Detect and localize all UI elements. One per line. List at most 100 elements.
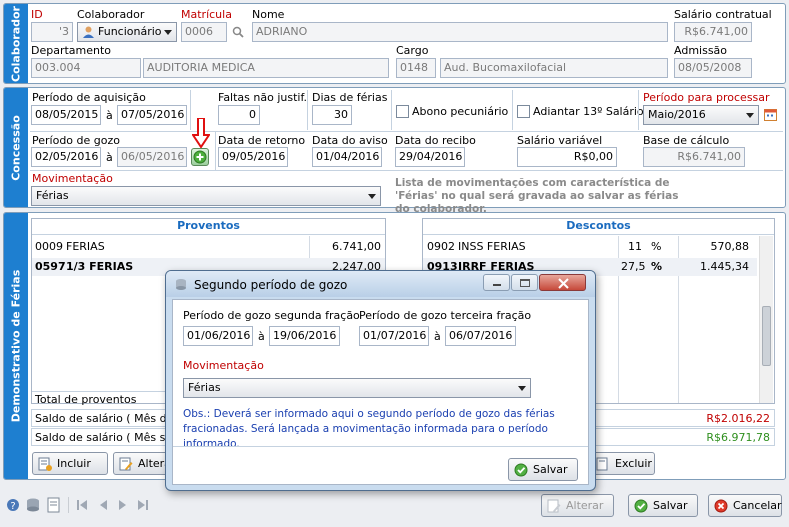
scrollbar-thumb[interactable] — [762, 306, 771, 366]
movimentacao-select[interactable]: Férias — [31, 186, 381, 206]
row-desc: INSS FERIAS — [458, 240, 526, 253]
search-icon[interactable] — [232, 26, 244, 41]
gozo-de-field[interactable]: 02/05/2016 — [31, 147, 101, 167]
segunda-fracao-label: Período de gozo segunda fração — [183, 309, 360, 322]
previous-record-icon[interactable] — [98, 499, 108, 514]
aquisicao-de-field[interactable]: 08/05/2015 — [31, 105, 101, 125]
base-calculo-field[interactable]: R$6.741,00 — [643, 147, 745, 167]
edit-icon — [547, 499, 561, 513]
colaborador-type-select[interactable]: Funcionário — [77, 22, 177, 42]
salvar-button[interactable]: Salvar — [628, 494, 698, 517]
dialog-movimentacao-label: Movimentação — [183, 359, 264, 372]
salario-variavel-field[interactable]: R$0,00 — [517, 147, 617, 167]
gozo-sep: à — [106, 151, 113, 164]
gozo-label: Período de gozo — [32, 134, 120, 147]
row-code: 0597 — [35, 260, 66, 273]
check-circle-icon — [634, 499, 648, 513]
demonstrativo-tab: Demonstrativo de Férias — [4, 213, 28, 479]
row-pct-sign: % — [651, 260, 663, 273]
colaborador-section: Colaborador ID '3 Colaborador Funcionári… — [3, 3, 786, 84]
matricula-field[interactable]: 0006 — [181, 22, 227, 42]
segunda-fracao-de-field[interactable]: 01/06/2016 — [183, 326, 253, 346]
aquisicao-ate-field[interactable]: 07/05/2016 — [117, 105, 187, 125]
scrollbar[interactable] — [759, 236, 773, 403]
database-icon[interactable] — [25, 498, 41, 515]
calendar-icon[interactable] — [764, 108, 777, 124]
nome-label: Nome — [252, 8, 285, 21]
salario-contratual-field[interactable]: R$6.741,00 — [674, 22, 752, 42]
gozo-ate-field[interactable]: 06/05/2016 — [117, 147, 187, 167]
divider — [30, 131, 783, 132]
admissao-label: Admissão — [674, 44, 728, 57]
report-icon[interactable] — [47, 497, 61, 516]
next-record-icon[interactable] — [118, 499, 128, 514]
nome-field[interactable]: ADRIANO — [252, 22, 668, 42]
divider — [215, 132, 216, 170]
recibo-label: Data do recibo — [395, 134, 476, 147]
last-record-icon[interactable] — [137, 499, 149, 514]
table-row[interactable]: 0009 FERIAS 6.741,00 — [32, 238, 385, 256]
add-document-icon — [38, 457, 52, 471]
cargo-name-field[interactable]: Aud. Bucomaxilofacial — [440, 58, 668, 78]
admissao-field[interactable]: 08/05/2008 — [674, 58, 752, 78]
first-record-icon[interactable] — [76, 499, 88, 514]
edit-document-icon — [119, 457, 133, 471]
abono-checkbox[interactable] — [396, 105, 409, 118]
maximize-icon — [520, 279, 530, 287]
svg-text:?: ? — [10, 501, 15, 512]
dialog-salvar-button[interactable]: Salvar — [508, 458, 578, 481]
delete-document-icon — [596, 457, 608, 471]
chevron-down-icon — [368, 194, 376, 199]
chevron-down-icon — [746, 113, 754, 118]
maximize-button[interactable] — [511, 274, 538, 291]
row-value: 570,88 — [710, 240, 750, 253]
periodo-processar-select[interactable]: Maio/2016 — [643, 105, 759, 125]
table-row[interactable]: 0902 INSS FERIAS 11 % 570,88 — [423, 238, 757, 256]
row-code: 0009 — [35, 240, 63, 253]
chevron-down-icon — [518, 386, 526, 391]
aviso-label: Data do aviso — [312, 134, 388, 147]
excluir-item-button[interactable]: Excluir — [590, 452, 655, 475]
cargo-code-field[interactable]: 0148 — [396, 58, 436, 78]
retorno-field[interactable]: 09/05/2016 — [218, 147, 288, 167]
faltas-field[interactable]: 0 — [218, 105, 260, 125]
close-icon — [558, 278, 569, 289]
close-button[interactable] — [539, 274, 586, 291]
cancelar-button[interactable]: Cancelar — [708, 494, 782, 517]
divider — [307, 90, 308, 130]
incluir-button[interactable]: Incluir — [32, 452, 108, 475]
terceira-fracao-label: Período de gozo terceira fração — [359, 309, 532, 322]
salario-variavel-label: Salário variável — [517, 134, 603, 147]
row-pct-sign: % — [651, 240, 662, 253]
aviso-field[interactable]: 01/04/2016 — [312, 147, 382, 167]
id-field[interactable]: '3 — [31, 22, 73, 42]
terceira-fracao-ate-field[interactable]: 06/07/2016 — [445, 326, 516, 346]
row-pct: 11 — [628, 240, 642, 253]
recibo-field[interactable]: 29/04/2016 — [395, 147, 465, 167]
aquisicao-label: Período de aquisição — [32, 91, 146, 104]
terceira-fracao-sep: à — [434, 330, 441, 343]
divider — [638, 90, 639, 130]
row-value: 6.741,00 — [332, 240, 381, 253]
divider — [68, 497, 69, 513]
departamento-name-field[interactable]: AUDITORIA MEDICA — [143, 58, 389, 78]
minimize-button[interactable] — [483, 274, 510, 291]
adiantar-label: Adiantar 13º Salário — [533, 105, 644, 118]
alterar-button[interactable]: Alterar — [541, 494, 614, 517]
departamento-label: Departamento — [31, 44, 112, 57]
segundo-periodo-dialog: Segundo período de gozo Período de gozo … — [165, 270, 596, 491]
help-icon[interactable]: ? — [6, 498, 20, 515]
user-icon — [83, 26, 94, 38]
dialog-titlebar[interactable]: Segundo período de gozo — [166, 271, 595, 297]
colaborador-label: Colaborador — [77, 8, 145, 21]
segunda-fracao-ate-field[interactable]: 19/06/2016 — [269, 326, 340, 346]
terceira-fracao-de-field[interactable]: 01/07/2016 — [359, 326, 429, 346]
segunda-fracao-sep: à — [258, 330, 265, 343]
dias-field[interactable]: 30 — [312, 105, 352, 125]
concessao-section: Concessão Período de aquisição 08/05/201… — [3, 87, 786, 215]
adiantar-checkbox[interactable] — [517, 105, 530, 118]
minimize-icon — [493, 284, 501, 286]
dialog-movimentacao-select[interactable]: Férias — [183, 378, 531, 398]
proventos-header: Proventos — [32, 219, 385, 235]
departamento-code-field[interactable]: 003.004 — [31, 58, 141, 78]
